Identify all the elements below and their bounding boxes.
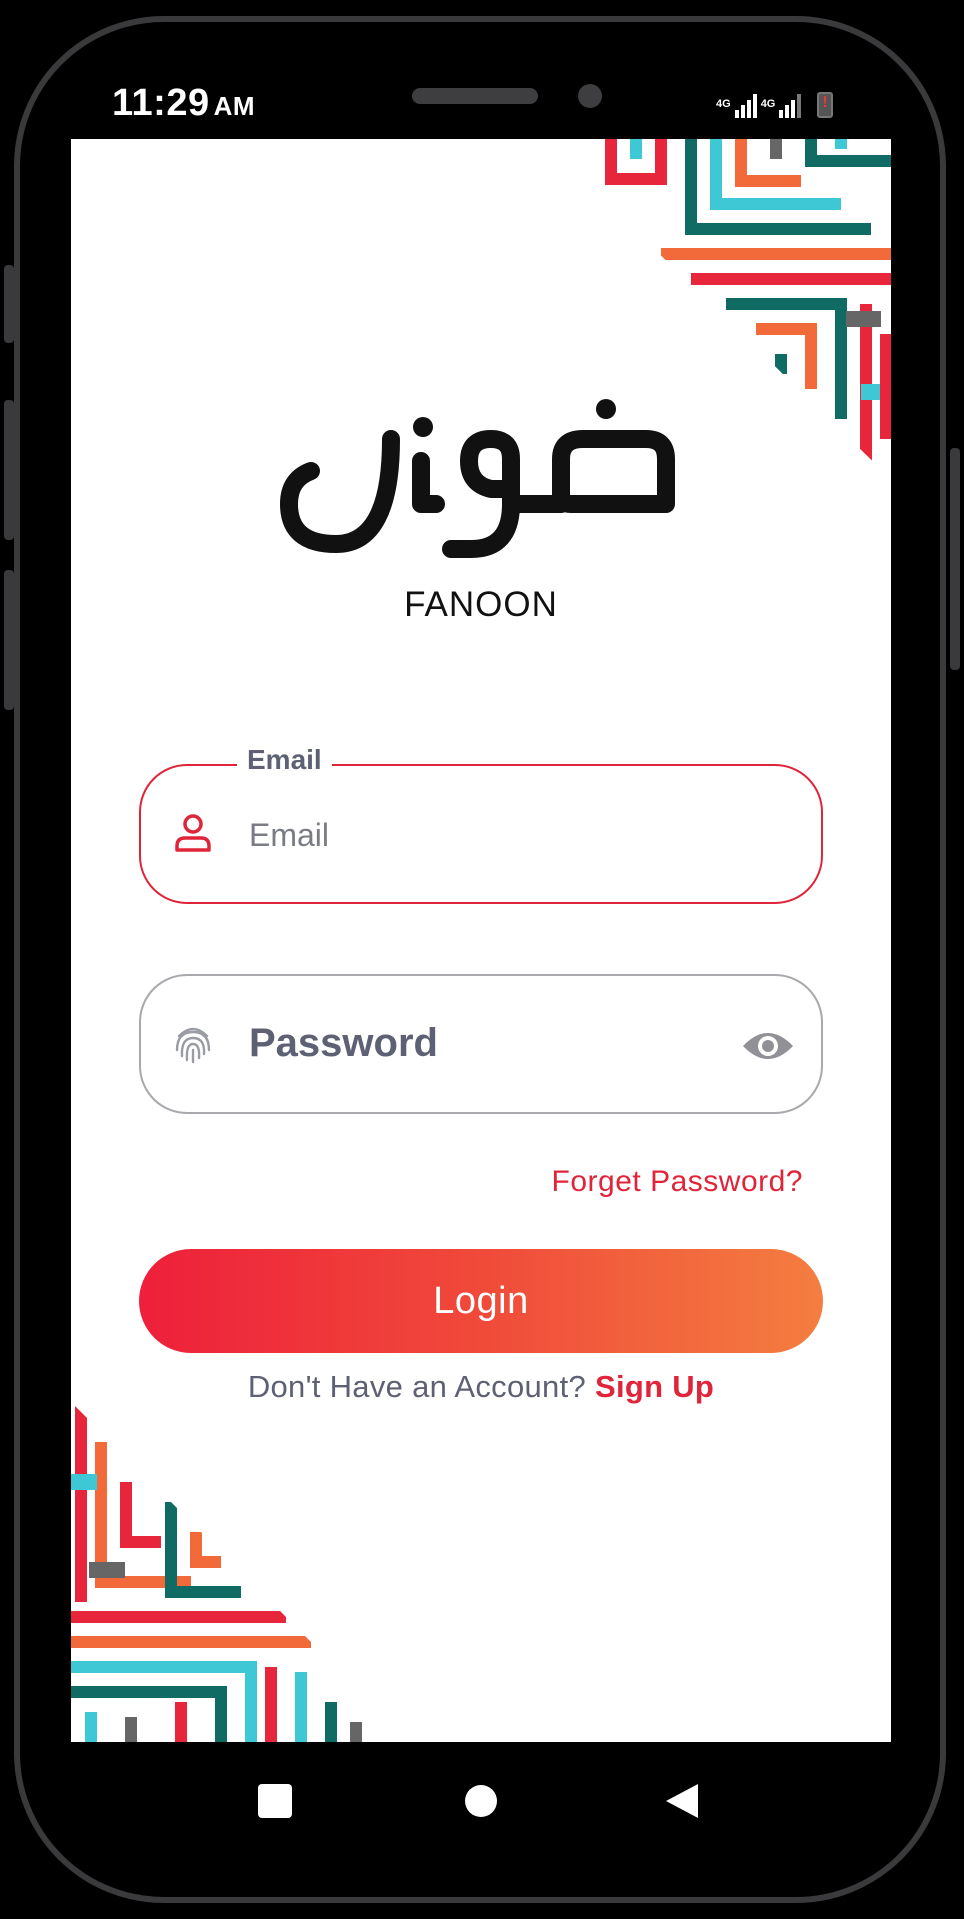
signup-prompt: Don't Have an Account? Sign Up [71,1369,891,1405]
signup-link[interactable]: Sign Up [595,1369,714,1404]
side-button-left-3 [4,570,14,710]
status-time-value: 11:29 [112,82,210,124]
email-field[interactable]: Email [139,744,823,904]
earpiece-speaker [412,88,538,104]
side-button-right [950,448,960,670]
signup-prompt-text: Don't Have an Account? [247,1369,587,1404]
person-icon [175,814,211,852]
app-screen: FANOON Email Forget P [71,139,891,1742]
password-field[interactable] [139,974,823,1114]
network-type-1: 4G [716,98,731,110]
forgot-password-link[interactable]: Forget Password? [552,1165,803,1199]
recent-apps-button[interactable] [258,1784,292,1818]
side-button-left-2 [4,400,14,540]
back-button[interactable] [664,1782,700,1820]
login-button[interactable]: Login [139,1249,823,1353]
password-input[interactable] [247,976,731,1114]
front-camera [578,84,602,108]
status-time-ampm: AM [213,91,256,121]
signal-icon-2 [779,94,802,118]
fanoon-arabic-logo [280,399,675,558]
brand-name: FANOON [404,585,558,624]
battery-icon [817,92,834,118]
navigation-bar [0,1742,964,1862]
decorative-pattern-bottom [71,1402,362,1742]
network-type-2: 4G [760,98,776,110]
email-input[interactable] [247,766,731,904]
status-time: 11:29 AM [112,82,255,125]
signal-icon-1 [734,94,757,118]
fingerprint-icon [175,1027,211,1064]
side-button-left-1 [4,265,14,343]
home-button[interactable] [464,1784,498,1818]
status-icons: 4G 4G [716,90,834,118]
eye-icon[interactable] [741,1026,795,1066]
